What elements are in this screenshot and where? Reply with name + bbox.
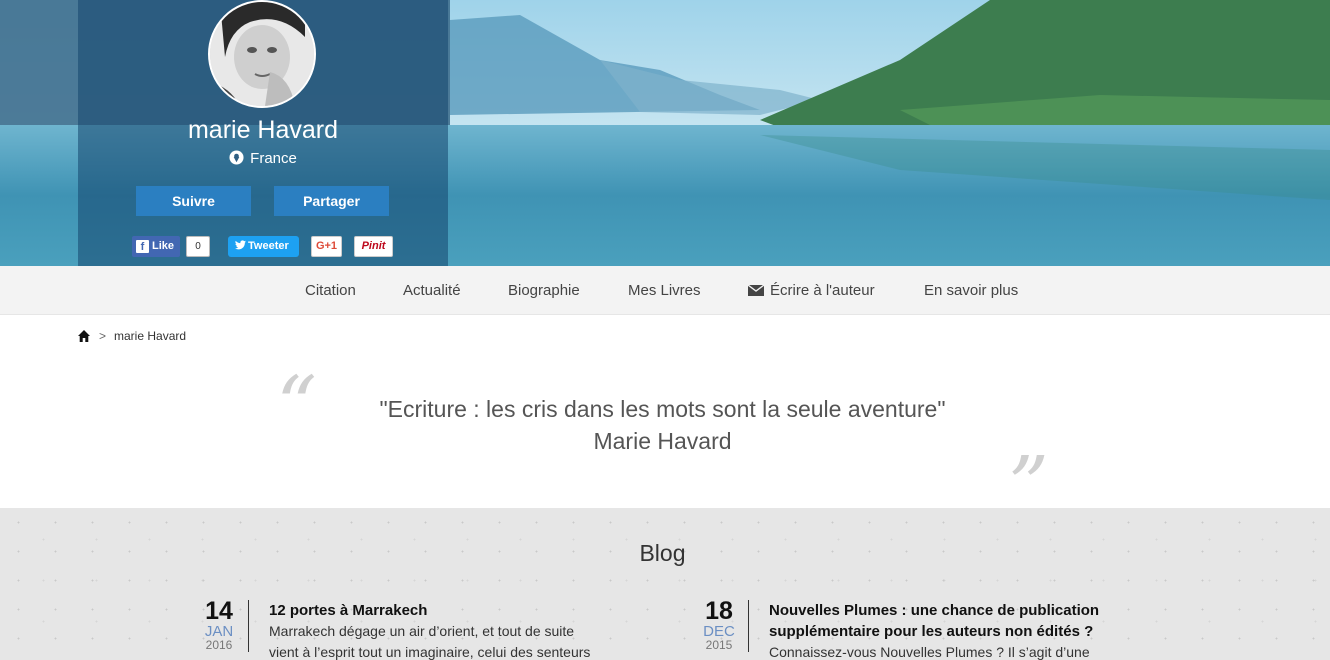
home-icon[interactable] <box>78 330 90 346</box>
location: France <box>78 150 448 169</box>
post-excerpt: vient à l’esprit tout un imaginaire, cel… <box>269 644 591 660</box>
post-excerpt: Connaissez-vous Nouvelles Plumes ? Il s’… <box>769 644 1090 660</box>
author-nav: Citation Actualité Biographie Mes Livres… <box>0 266 1330 315</box>
nav-ecrire-auteur[interactable]: Écrire à l'auteur <box>747 266 875 316</box>
twitter-icon <box>235 240 246 250</box>
post-date: 14 JAN 2016 <box>204 597 234 652</box>
avatar <box>208 0 316 108</box>
date-divider <box>748 600 749 652</box>
share-button[interactable]: Partager <box>274 186 389 216</box>
tweet-button[interactable]: Tweeter <box>228 236 299 257</box>
blog-title: Blog <box>639 540 686 566</box>
facebook-like-count: 0 <box>186 236 210 257</box>
location-pin-icon <box>229 150 244 169</box>
nav-citation[interactable]: Citation <box>305 266 356 315</box>
breadcrumb: > marie Havard <box>78 328 186 344</box>
profile-panel: marie Havard France Suivre Partager f Lik… <box>78 0 448 266</box>
follow-button[interactable]: Suivre <box>136 186 251 216</box>
nav-mes-livres[interactable]: Mes Livres <box>628 266 701 315</box>
google-plus-button[interactable]: G+1 <box>311 236 342 257</box>
pinterest-button[interactable]: Pinit <box>354 236 393 257</box>
post-excerpt: Marrakech dégage un air d’orient, et tou… <box>269 623 575 639</box>
quote-text: "Ecriture : les cris dans les mots sont … <box>379 396 946 422</box>
location-text: France <box>250 150 297 167</box>
breadcrumb-current: marie Havard <box>114 329 187 343</box>
nav-biographie[interactable]: Biographie <box>508 266 580 315</box>
post-title[interactable]: 12 portes à Marrakech <box>269 600 427 621</box>
facebook-icon: f <box>136 240 149 253</box>
author-name: marie Havard <box>187 116 339 144</box>
nav-actualite[interactable]: Actualité <box>403 266 461 315</box>
post-date: 18 DEC 2015 <box>703 597 735 652</box>
facebook-like-button[interactable]: f Like <box>132 236 180 257</box>
quote-author: Marie Havard <box>593 428 732 454</box>
date-divider <box>248 600 249 652</box>
blog-section: Blog 14 JAN 2016 12 portes à Marrakech M… <box>0 508 1330 660</box>
envelope-icon <box>747 267 765 316</box>
profile-header: marie Havard France Suivre Partager f Lik… <box>0 0 1330 266</box>
post-title[interactable]: Nouvelles Plumes : une chance de publica… <box>769 600 1099 642</box>
breadcrumb-separator: > <box>99 329 107 343</box>
nav-en-savoir-plus[interactable]: En savoir plus <box>924 266 1018 315</box>
